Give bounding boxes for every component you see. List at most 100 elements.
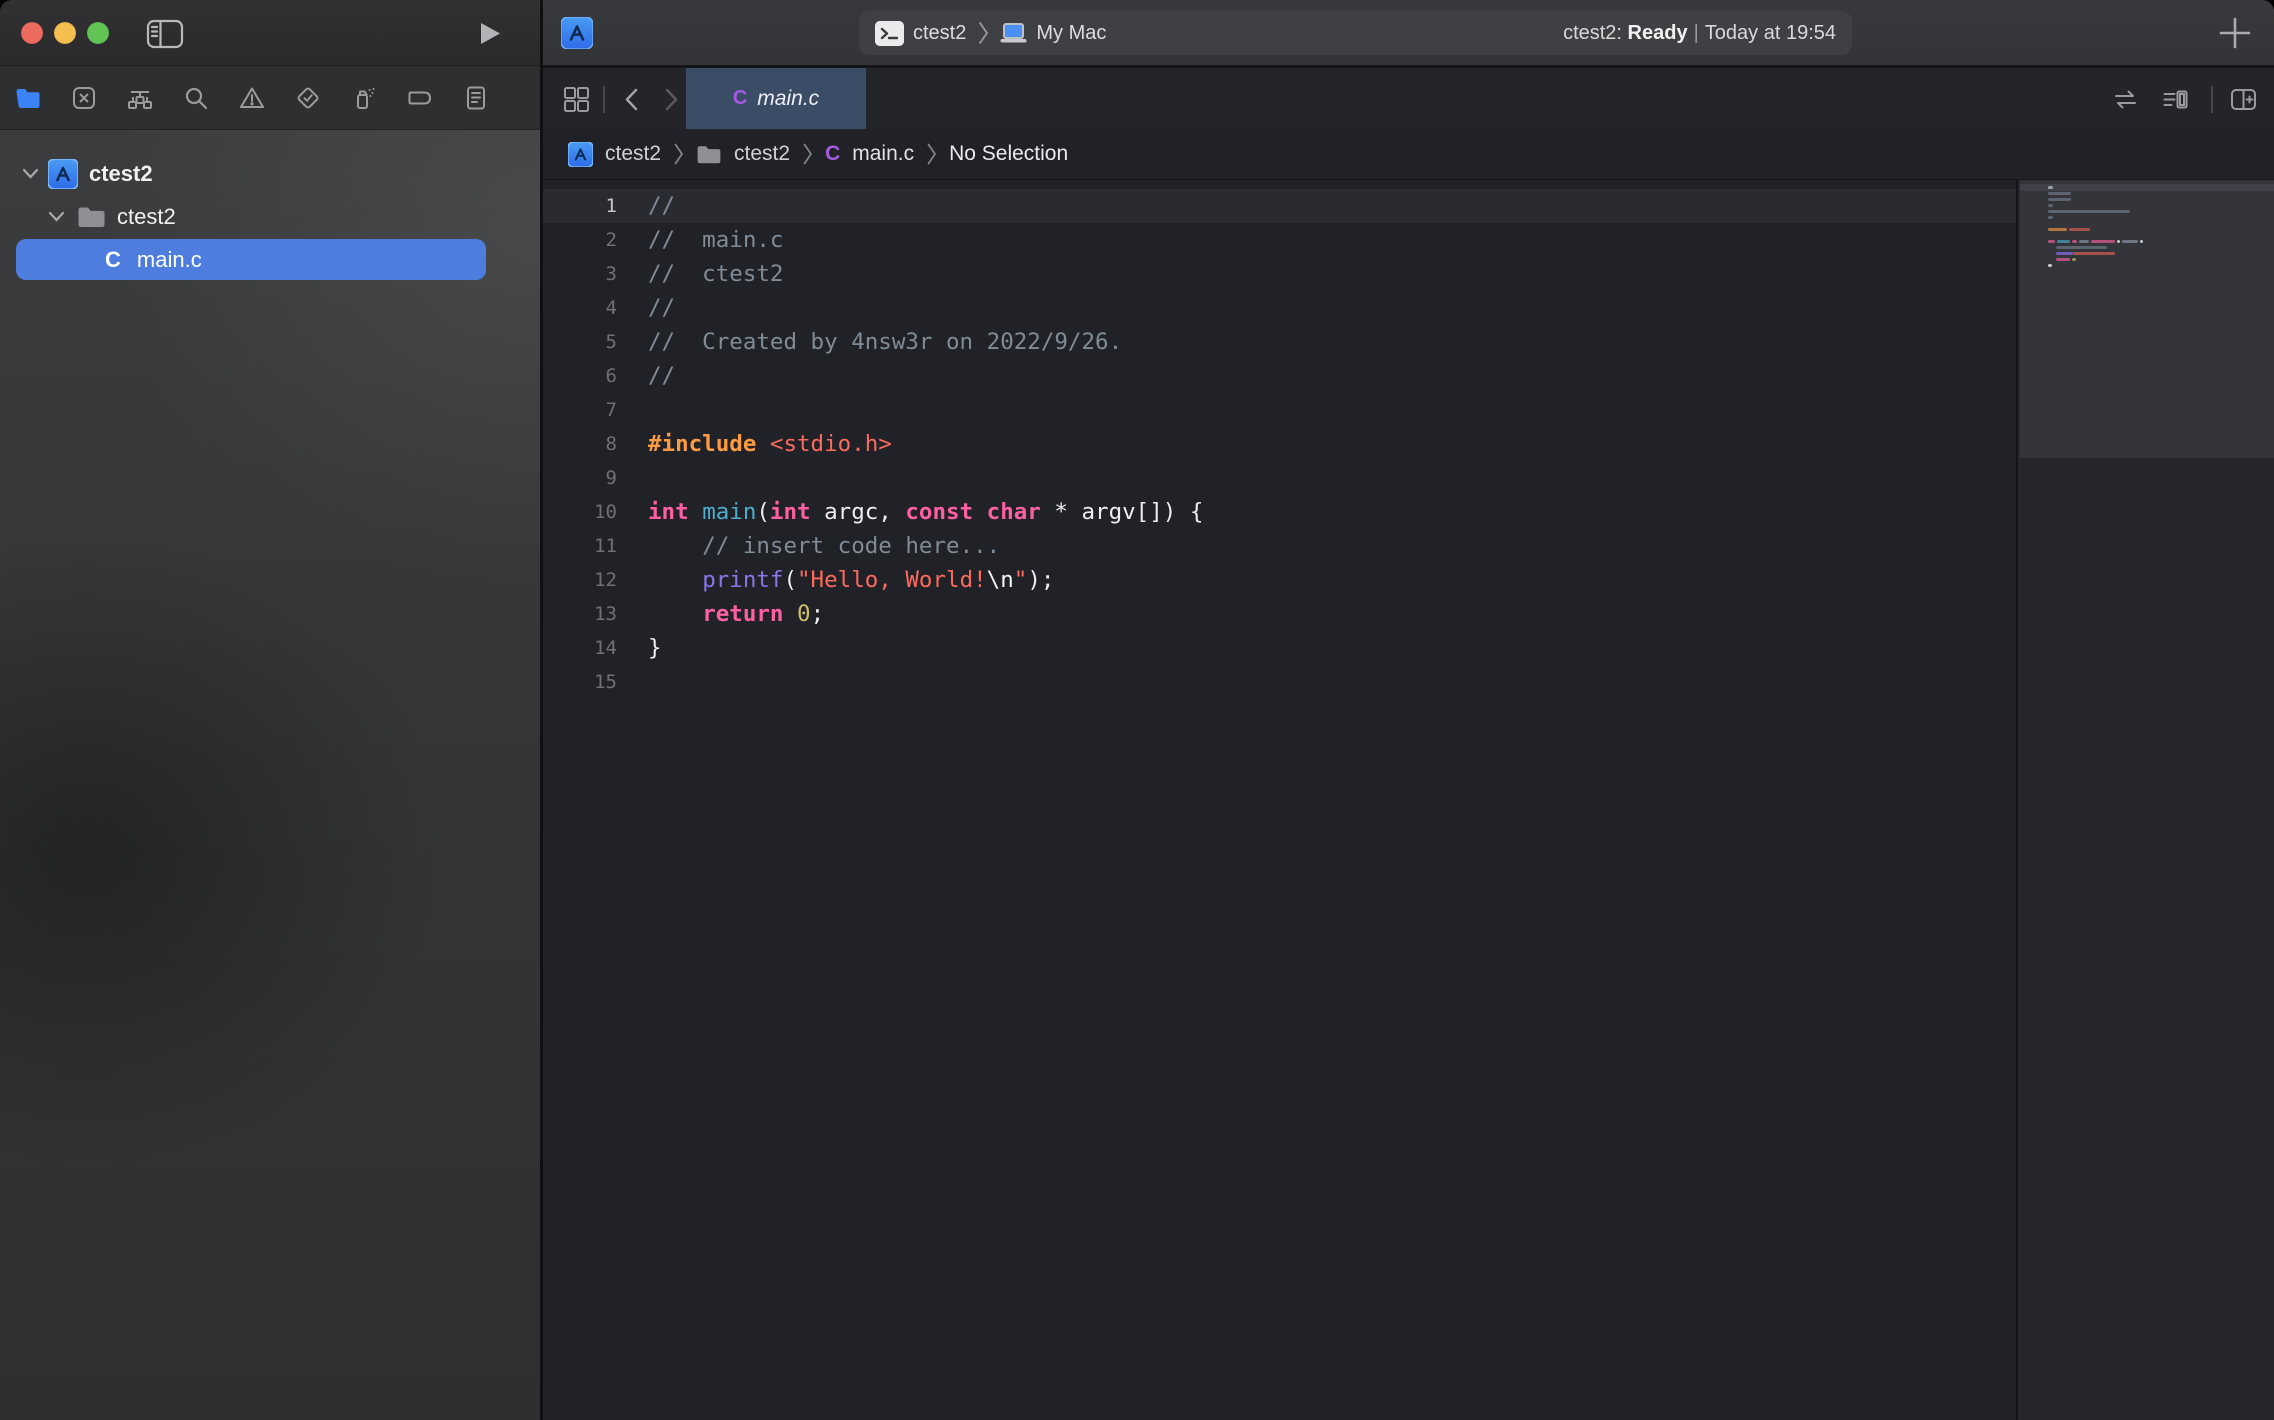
tab-overview-icon[interactable] [563, 86, 590, 113]
code-token [973, 499, 987, 525]
breadcrumb-group[interactable]: ctest2 [734, 142, 790, 166]
code-text [617, 665, 648, 699]
search-icon[interactable] [183, 85, 209, 111]
line-number[interactable]: 1 [543, 189, 617, 223]
app-icon [48, 159, 78, 189]
line-number[interactable]: 15 [543, 665, 617, 699]
minimap-line [2117, 240, 2120, 243]
minimap-line [2048, 216, 2053, 219]
scheme-status-pill[interactable]: ctest2 My Mac ctest2: Ready|Today at 19:… [859, 11, 1852, 55]
line-number[interactable]: 3 [543, 257, 617, 291]
xcode-window: ctest2 ctest2 My Mac ctest2: Ready|Today… [0, 0, 2274, 1420]
tree-row-project[interactable]: ctest2 [0, 152, 543, 195]
line-number[interactable]: 13 [543, 597, 617, 631]
line-number[interactable]: 6 [543, 359, 617, 393]
minimap-line [2048, 210, 2130, 213]
code-editor[interactable]: 1//2// main.c3// ctest24//5// Created by… [543, 180, 2016, 1420]
symbols-icon[interactable] [127, 85, 153, 111]
source-control-icon[interactable] [71, 85, 97, 111]
code-token: // main.c [648, 227, 783, 253]
code-token: int [770, 499, 811, 525]
minimap[interactable] [2016, 180, 2274, 1420]
toolbar-left [0, 0, 543, 66]
tree-row-group[interactable]: ctest2 [0, 195, 543, 238]
app-icon [561, 17, 593, 49]
scheme-target-icon [875, 21, 904, 46]
code-text [617, 393, 648, 427]
forward-icon[interactable] [657, 86, 684, 113]
debug-icon[interactable] [351, 85, 377, 111]
code-line: 2 // main.c [543, 223, 2016, 257]
code-token: * argv[]) { [1041, 499, 1204, 525]
code-token [783, 601, 797, 627]
line-number[interactable]: 11 [543, 529, 617, 563]
code-text: // insert code here... [617, 529, 1000, 563]
folder-icon [77, 205, 106, 229]
code-line: 4// [543, 291, 2016, 325]
status-state: Ready [1628, 22, 1688, 44]
related-items-icon[interactable] [2112, 86, 2139, 113]
code-token: \n [987, 567, 1014, 593]
code-line: 8#include <stdio.h> [543, 427, 2016, 461]
breadcrumb-file[interactable]: main.c [852, 142, 914, 166]
code-token: // ctest2 [648, 261, 783, 287]
code-token: // [648, 193, 675, 219]
code-line: 14} [543, 631, 2016, 665]
minimap-line [2048, 186, 2053, 189]
minimap-line [2073, 252, 2115, 255]
line-number[interactable]: 14 [543, 631, 617, 665]
folder-icon [696, 144, 722, 165]
project-navigator-icon[interactable] [15, 85, 41, 111]
activity-status: ctest2: Ready|Today at 19:54 [1563, 22, 1836, 45]
tree-row-file-selected[interactable]: C main.c [0, 238, 543, 281]
breakpoints-icon[interactable] [407, 85, 433, 111]
sidebar-toggle-button[interactable] [146, 19, 184, 49]
line-number[interactable]: 7 [543, 393, 617, 427]
editor-options-icon[interactable] [2162, 86, 2189, 113]
run-button[interactable] [478, 21, 502, 46]
reports-icon[interactable] [463, 85, 489, 111]
line-number[interactable]: 2 [543, 223, 617, 257]
tab-label[interactable]: main.c [757, 87, 819, 111]
tree-label[interactable]: main.c [137, 247, 202, 273]
line-number[interactable]: 10 [543, 495, 617, 529]
chevron-right-icon [977, 20, 989, 46]
tree-label[interactable]: ctest2 [89, 161, 153, 187]
chevron-down-icon[interactable] [22, 168, 39, 179]
library-add-button[interactable] [2218, 16, 2252, 50]
back-icon[interactable] [619, 86, 646, 113]
chevron-right-icon [802, 142, 813, 166]
scheme-name[interactable]: ctest2 [913, 22, 966, 45]
tab-main-c[interactable]: C main.c [686, 68, 866, 129]
code-text: return 0; [617, 597, 824, 631]
minimize-button[interactable] [54, 22, 76, 44]
minimap-visible-region [2020, 180, 2274, 458]
code-line: 5// Created by 4nsw3r on 2022/9/26. [543, 325, 2016, 359]
line-number[interactable]: 4 [543, 291, 617, 325]
breadcrumb-selection[interactable]: No Selection [949, 142, 1068, 166]
code-text: // [617, 291, 675, 325]
selection-highlight [16, 239, 486, 280]
close-button[interactable] [21, 22, 43, 44]
line-number[interactable]: 8 [543, 427, 617, 461]
code-token [648, 601, 702, 627]
code-text: int main(int argc, const char * argv[]) … [617, 495, 1203, 529]
zoom-button[interactable] [87, 22, 109, 44]
breadcrumb-project[interactable]: ctest2 [605, 142, 661, 166]
scheme-destination[interactable]: My Mac [1036, 22, 1106, 45]
tree-label[interactable]: ctest2 [117, 204, 176, 230]
minimap-line [2057, 240, 2070, 243]
sidebar-divider[interactable] [540, 0, 543, 1420]
code-line: 1 // [543, 189, 2016, 223]
project-navigator-tree: ctest2 ctest2 C main.c [0, 130, 543, 281]
line-number[interactable]: 5 [543, 325, 617, 359]
add-editor-icon[interactable] [2230, 86, 2257, 113]
line-number[interactable]: 9 [543, 461, 617, 495]
chevron-down-icon[interactable] [48, 211, 65, 222]
status-separator: | [1688, 22, 1705, 44]
line-number[interactable]: 12 [543, 563, 617, 597]
code-text: // Created by 4nsw3r on 2022/9/26. [617, 325, 1122, 359]
minimap-line [2056, 246, 2107, 249]
tests-icon[interactable] [295, 85, 321, 111]
issues-icon[interactable] [239, 85, 265, 111]
